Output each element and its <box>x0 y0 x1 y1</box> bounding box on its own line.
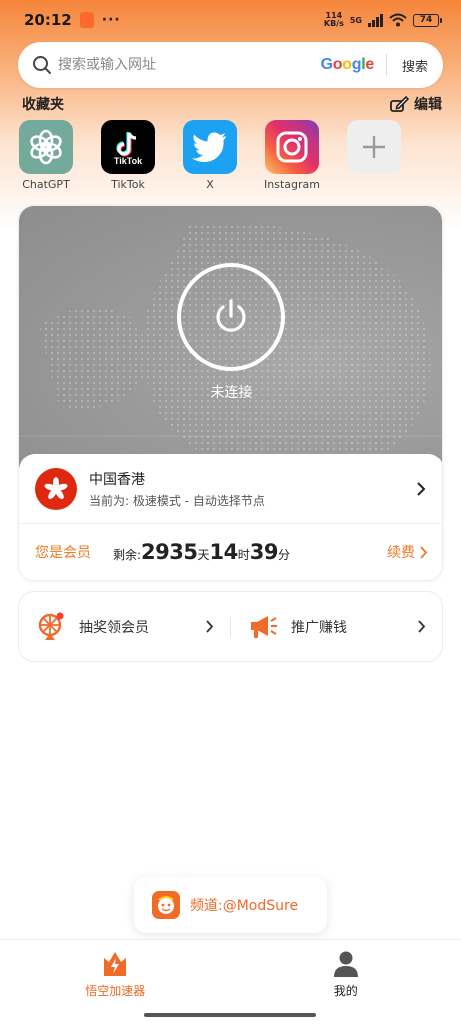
favorite-x[interactable]: X <box>181 120 239 191</box>
remain-days: 2935 <box>141 540 198 564</box>
renew-label: 续费 <box>387 545 415 561</box>
wifi-icon <box>389 13 407 27</box>
search-bar[interactable]: Google 搜索 <box>18 42 443 88</box>
monkey-avatar-icon <box>152 891 180 919</box>
vpn-card: 未连接 中国香港 当前为: 极速模式 - 自动选择节点 您是会员 剩余: 293… <box>18 205 443 581</box>
battery-level: 74 <box>419 15 433 25</box>
edit-favorites-button[interactable]: 编辑 <box>390 94 442 114</box>
server-mode: 当前为: 极速模式 - 自动选择节点 <box>89 493 265 508</box>
favorite-label: ChatGPT <box>22 178 70 191</box>
tab-profile[interactable]: 我的 <box>231 940 461 1008</box>
favorites-header: 收藏夹 编辑 <box>22 94 442 114</box>
member-label: 您是会员 <box>35 545 91 561</box>
status-indicators: 114 KB/s 5G 74 <box>324 12 442 28</box>
svg-text:TikTok: TikTok <box>114 156 143 166</box>
twitter-bird-icon <box>183 120 237 174</box>
chevron-right-icon <box>414 481 428 496</box>
remain-minutes: 39 <box>249 540 279 564</box>
hours-unit: 时 <box>237 548 250 562</box>
lottery-button[interactable]: 抽奖领会员 <box>19 592 230 661</box>
renew-button[interactable]: 续费 <box>387 542 428 562</box>
remaining-time: 剩余: 2935 天 14 时 39 分 <box>113 540 290 564</box>
favorite-label: X <box>206 178 214 191</box>
instagram-icon <box>265 120 319 174</box>
promo-card: 抽奖领会员 推广赚钱 <box>18 591 443 662</box>
server-info: 中国香港 当前为: 极速模式 - 自动选择节点 <box>89 469 414 509</box>
edit-icon <box>390 95 410 112</box>
channel-toast[interactable]: 频道:@ModSure <box>134 877 327 933</box>
person-icon <box>333 951 358 977</box>
tab-accelerator[interactable]: 悟空加速器 <box>0 940 231 1008</box>
tab-label: 悟空加速器 <box>85 983 146 998</box>
search-icon <box>18 42 58 88</box>
google-logo[interactable]: Google <box>321 56 375 74</box>
favorite-tiktok[interactable]: TikTok TikTok <box>99 120 157 191</box>
referral-label: 推广赚钱 <box>291 619 347 636</box>
referral-button[interactable]: 推广赚钱 <box>231 592 442 661</box>
network-speed: 114 KB/s <box>324 12 344 28</box>
days-unit: 天 <box>197 548 210 562</box>
server-selector[interactable]: 中国香港 当前为: 极速模式 - 自动选择节点 <box>19 454 442 524</box>
status-time: 20:12 <box>24 11 72 29</box>
edit-label: 编辑 <box>414 97 442 113</box>
connect-button[interactable] <box>177 263 285 371</box>
plus-icon <box>347 120 401 174</box>
notification-icon <box>79 12 94 28</box>
signal-icon <box>368 13 383 27</box>
prize-wheel-icon <box>35 611 67 643</box>
toast-text: 频道:@ModSure <box>190 898 299 914</box>
server-name: 中国香港 <box>89 471 145 488</box>
chevron-right-icon <box>206 620 214 633</box>
power-icon <box>216 299 246 332</box>
status-bar: 20:12 ··· 114 KB/s 5G 74 <box>0 0 461 40</box>
rocket-flame-icon <box>104 951 127 976</box>
connect-panel: 未连接 <box>19 206 442 468</box>
search-input[interactable] <box>58 50 321 80</box>
favorites-list: ChatGPT TikTok TikTok X Instagram <box>17 120 403 191</box>
membership-row: 您是会员 剩余: 2935 天 14 时 39 分 续费 <box>19 524 442 580</box>
home-indicator[interactable] <box>144 1013 316 1017</box>
chatgpt-icon <box>19 120 73 174</box>
hong-kong-flag-icon <box>35 467 77 510</box>
more-notifications-icon: ··· <box>101 12 121 28</box>
megaphone-icon <box>247 611 279 643</box>
network-type: 5G <box>349 16 362 25</box>
lottery-label: 抽奖领会员 <box>79 619 149 636</box>
favorites-title: 收藏夹 <box>22 97 64 113</box>
favorite-chatgpt[interactable]: ChatGPT <box>17 120 75 191</box>
minutes-unit: 分 <box>278 548 291 562</box>
remain-hours: 14 <box>209 540 239 564</box>
add-favorite-button[interactable] <box>345 120 403 191</box>
tab-label: 我的 <box>333 983 358 998</box>
favorite-instagram[interactable]: Instagram <box>263 120 321 191</box>
favorite-label: TikTok <box>111 178 145 191</box>
chevron-right-icon <box>418 620 426 633</box>
favorite-label: Instagram <box>264 178 320 191</box>
network-speed-unit: KB/s <box>323 19 344 28</box>
bottom-navigation: 悟空加速器 我的 <box>0 939 461 1008</box>
server-panel: 中国香港 当前为: 极速模式 - 自动选择节点 您是会员 剩余: 2935 天 … <box>19 454 442 580</box>
battery-icon: 74 <box>413 13 442 27</box>
remain-prefix: 剩余: <box>113 548 142 562</box>
search-button[interactable]: 搜索 <box>387 56 443 75</box>
chevron-right-icon <box>420 545 428 559</box>
connection-status: 未连接 <box>210 385 253 401</box>
tiktok-icon: TikTok <box>101 120 155 174</box>
